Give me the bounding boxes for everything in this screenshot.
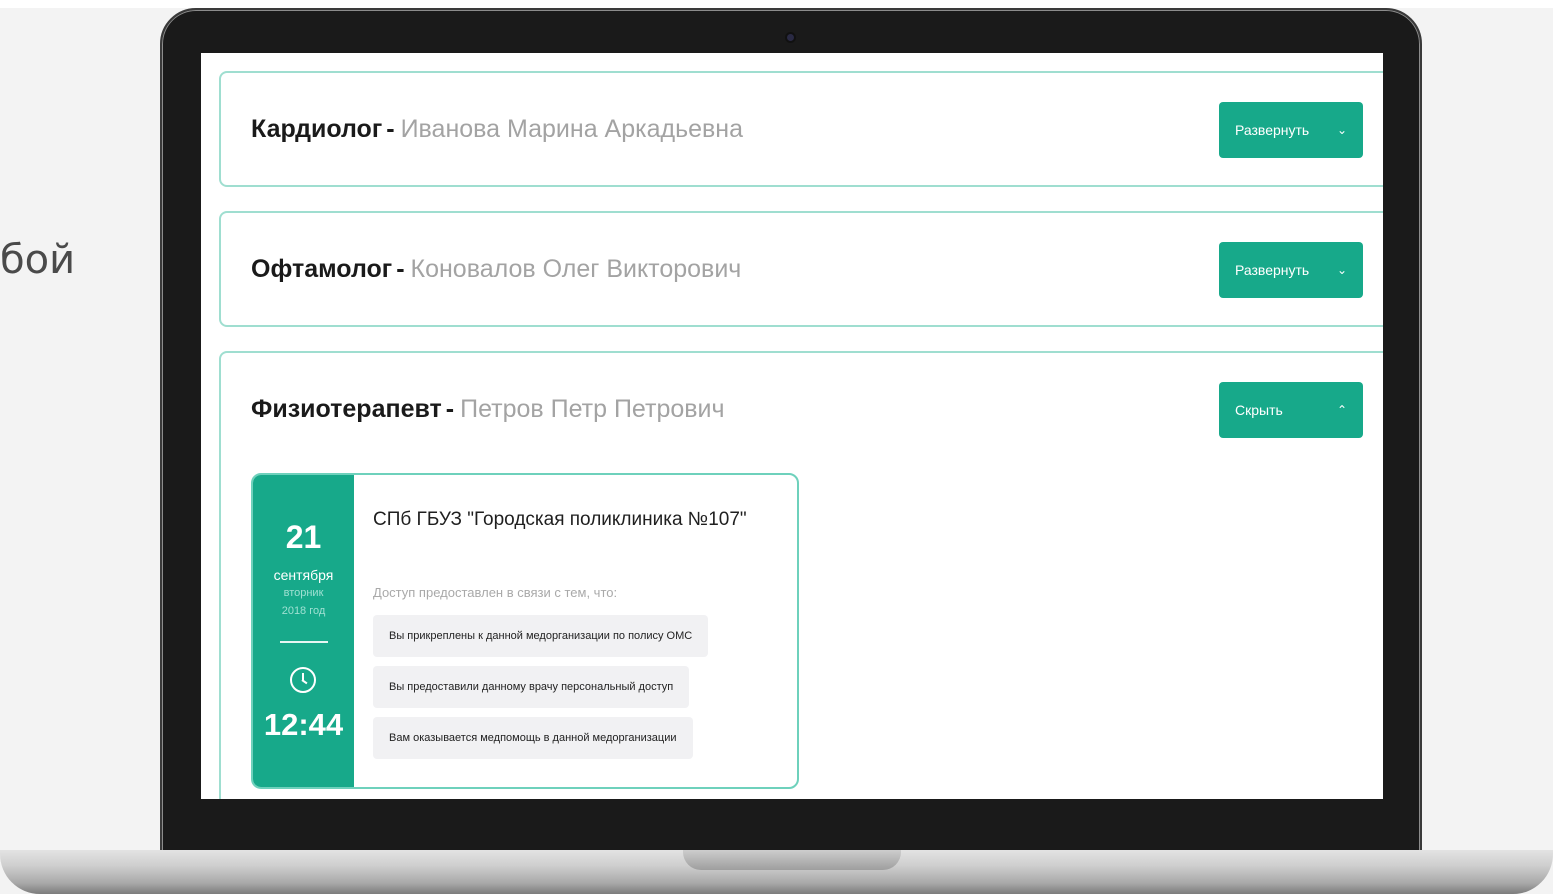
- access-reason: Вам оказывается медпомощь в данной медор…: [373, 717, 693, 759]
- collapse-button[interactable]: Скрыть ⌃: [1219, 382, 1363, 438]
- appointment-year: 2018 год: [281, 605, 326, 617]
- access-reason: Вы предоставили данному врачу персональн…: [373, 666, 690, 708]
- appointment-card[interactable]: 21 сентября вторник 2018 год 12:44 СПб Г…: [251, 473, 799, 789]
- appointment-day: 21: [285, 519, 322, 555]
- side-caption: бой: [0, 237, 76, 283]
- expand-button[interactable]: Развернуть ⌄: [1219, 242, 1363, 298]
- laptop-screen: Кардиолог - Иванова Марина Аркадьевна Ра…: [201, 53, 1383, 799]
- card-header: Офтамолог - Коновалов Олег Викторович: [251, 213, 741, 325]
- collapse-button-label: Скрыть: [1235, 402, 1283, 418]
- date-divider: [280, 641, 328, 643]
- appointment-date-column: 21 сентября вторник 2018 год 12:44: [253, 475, 354, 787]
- separator: -: [445, 394, 455, 423]
- separator: -: [386, 114, 395, 143]
- specialty-name: Физиотерапевт: [251, 394, 442, 423]
- access-label: Доступ предоставлен в связи с тем, что:: [373, 585, 618, 600]
- doctor-name: Иванова Марина Аркадьевна: [400, 114, 744, 143]
- doctor-name: Петров Петр Петрович: [460, 394, 725, 423]
- appointment-weekday: вторник: [283, 587, 324, 599]
- clock-icon: [290, 667, 316, 693]
- laptop-notch: [683, 850, 901, 870]
- expand-button[interactable]: Развернуть ⌄: [1219, 102, 1363, 158]
- chevron-down-icon: ⌄: [1336, 123, 1347, 137]
- appointment-time: 12:44: [263, 707, 344, 742]
- appointment-month: сентября: [273, 567, 334, 583]
- specialist-card-cardiologist: Кардиолог - Иванова Марина Аркадьевна Ра…: [219, 71, 1383, 187]
- specialty-name: Кардиолог: [251, 114, 383, 143]
- access-reason: Вы прикреплены к данной медорганизации п…: [373, 615, 709, 657]
- clinic-name: СПб ГБУЗ "Городская поликлиника №107": [373, 509, 747, 530]
- separator: -: [396, 254, 405, 283]
- camera-icon: [785, 32, 796, 43]
- expand-button-label: Развернуть: [1235, 262, 1310, 278]
- doctor-name: Коновалов Олег Викторович: [410, 254, 742, 283]
- specialist-card-physiotherapist: Физиотерапевт - Петров Петр Петрович Скр…: [219, 351, 1383, 799]
- chevron-up-icon: ⌃: [1336, 403, 1347, 417]
- chevron-down-icon: ⌄: [1336, 263, 1347, 277]
- card-header: Кардиолог - Иванова Марина Аркадьевна: [251, 73, 743, 185]
- card-header: Физиотерапевт - Петров Петр Петрович: [251, 353, 725, 465]
- specialist-card-ophthalmologist: Офтамолог - Коновалов Олег Викторович Ра…: [219, 211, 1383, 327]
- expand-button-label: Развернуть: [1235, 122, 1310, 138]
- specialty-name: Офтамолог: [251, 254, 393, 283]
